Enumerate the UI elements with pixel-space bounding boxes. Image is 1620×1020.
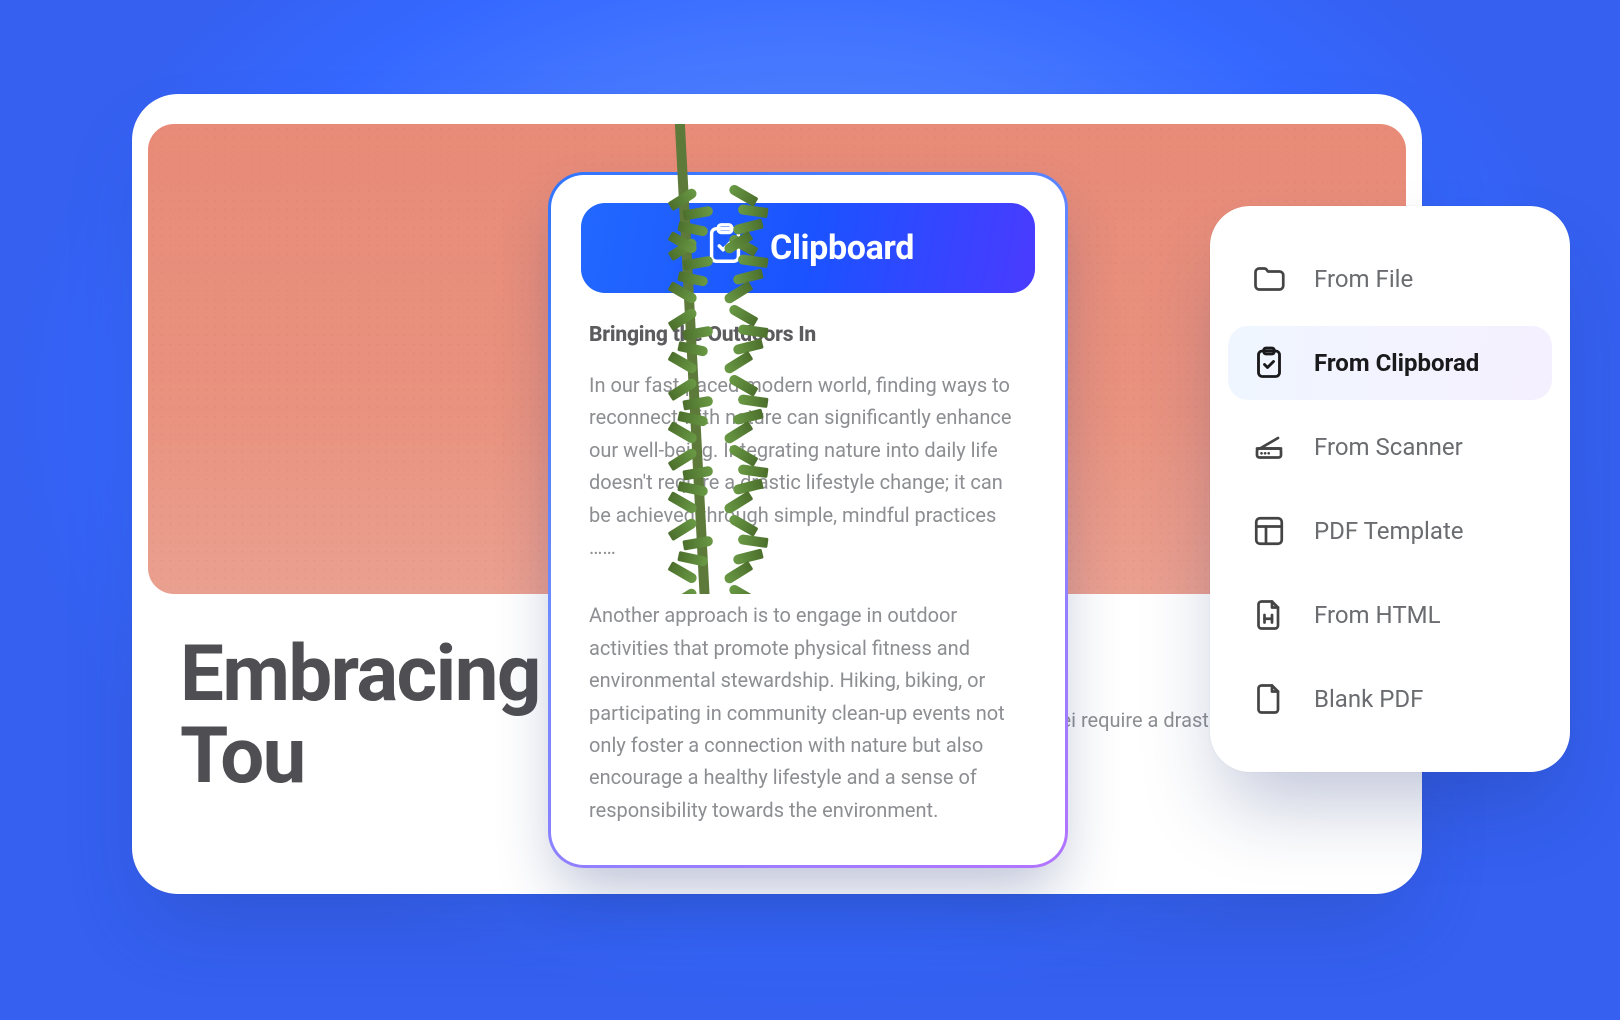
scanner-icon (1250, 428, 1288, 466)
html-file-icon (1250, 596, 1288, 634)
menu-item-label: Blank PDF (1314, 685, 1423, 713)
clipboard-icon (1250, 344, 1288, 382)
menu-item-from-clipboard[interactable]: From Clipborad (1228, 326, 1552, 400)
create-from-menu: From File From Clipborad From Scanner (1210, 206, 1570, 772)
menu-item-label: PDF Template (1314, 517, 1464, 545)
clipboard-content-paragraph-2: Another approach is to engage in outdoor… (589, 599, 1027, 826)
file-icon (1250, 680, 1288, 718)
template-icon (1250, 512, 1288, 550)
plant-illustration (528, 124, 888, 594)
menu-item-label: From File (1314, 265, 1413, 293)
menu-item-label: From Clipborad (1314, 349, 1479, 377)
menu-item-label: From HTML (1314, 601, 1441, 629)
menu-item-blank-pdf[interactable]: Blank PDF (1228, 662, 1552, 736)
menu-item-pdf-template[interactable]: PDF Template (1228, 494, 1552, 568)
menu-item-from-scanner[interactable]: From Scanner (1228, 410, 1552, 484)
menu-item-from-html[interactable]: From HTML (1228, 578, 1552, 652)
folder-icon (1250, 260, 1288, 298)
menu-item-from-file[interactable]: From File (1228, 242, 1552, 316)
menu-item-label: From Scanner (1314, 433, 1463, 461)
